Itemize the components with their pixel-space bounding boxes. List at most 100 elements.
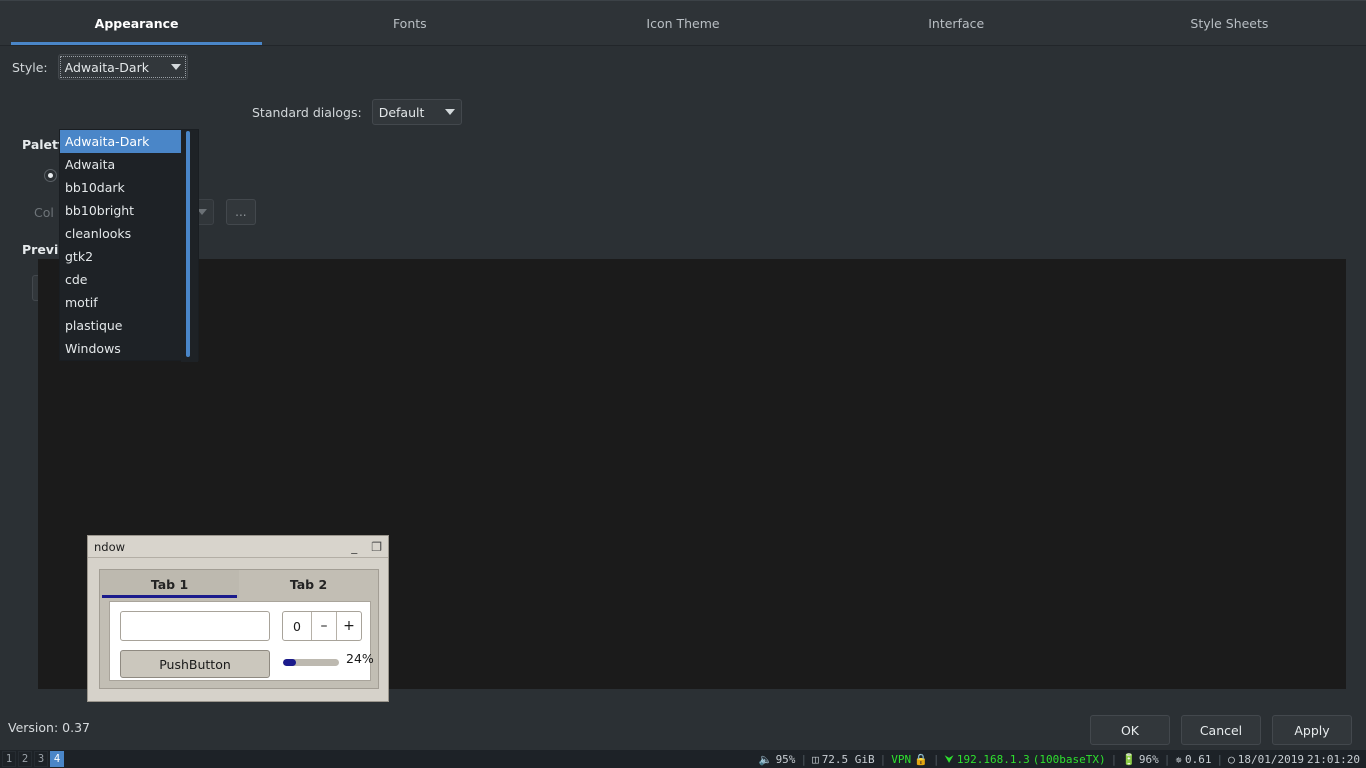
style-option-label: bb10dark bbox=[65, 180, 125, 195]
style-option-label: gtk2 bbox=[65, 249, 94, 264]
style-option-bb10dark[interactable]: bb10dark bbox=[60, 176, 183, 199]
status-tray: 🔈 95% | ◫ 72.5 GiB | VPN 🔒 | ⮟ 192.168.1… bbox=[755, 750, 1364, 768]
preview-progress-label: 24% bbox=[346, 651, 374, 666]
tab-icon-theme-label: Icon Theme bbox=[646, 15, 720, 31]
style-option-adwaita-dark[interactable]: Adwaita-Dark bbox=[60, 130, 183, 153]
style-option-windows[interactable]: Windows bbox=[60, 337, 183, 360]
style-option-cleanlooks[interactable]: cleanlooks bbox=[60, 222, 183, 245]
separator: | bbox=[932, 752, 940, 766]
gear-icon: ✵ bbox=[1175, 752, 1183, 766]
preview-surface: ndow _ ❐ Tab 1 Tab 2 0 – + PushButton 24… bbox=[38, 259, 1346, 702]
style-dropdown-scrollbar[interactable] bbox=[181, 130, 198, 362]
preview-mini-titlebar: ndow _ ❐ bbox=[88, 536, 388, 558]
battery-status[interactable]: 🔋 96% bbox=[1118, 753, 1163, 766]
style-option-label: motif bbox=[65, 295, 98, 310]
style-option-cde[interactable]: cde bbox=[60, 268, 183, 291]
vpn-status[interactable]: VPN 🔒 bbox=[887, 753, 932, 766]
preview-tab-2[interactable]: Tab 2 bbox=[239, 570, 378, 598]
tab-fonts[interactable]: Fonts bbox=[273, 1, 546, 45]
preview-spinbox-value: 0 bbox=[293, 618, 301, 634]
battery-icon: 🔋 bbox=[1122, 752, 1136, 766]
network-interface: (100baseTX) bbox=[1032, 752, 1106, 766]
clock-icon: ◯ bbox=[1228, 752, 1235, 766]
tab-appearance[interactable]: Appearance bbox=[0, 1, 273, 45]
workspace-3[interactable]: 3 bbox=[34, 751, 48, 767]
style-row: Style: Adwaita-Dark bbox=[12, 54, 188, 80]
network-ip: 192.168.1.3 bbox=[956, 752, 1030, 766]
style-option-adwaita[interactable]: Adwaita bbox=[60, 153, 183, 176]
separator: | bbox=[1216, 752, 1224, 766]
clock-time: 21:01:20 bbox=[1307, 752, 1360, 766]
ok-button-label: OK bbox=[1120, 722, 1140, 738]
workspace-1[interactable]: 1 bbox=[2, 751, 16, 767]
tab-icon-theme[interactable]: Icon Theme bbox=[546, 1, 819, 45]
workspace-2[interactable]: 2 bbox=[18, 751, 32, 767]
preview-tab-1[interactable]: Tab 1 bbox=[100, 570, 239, 598]
ok-button[interactable]: OK bbox=[1090, 715, 1170, 745]
cancel-button-label: Cancel bbox=[1199, 722, 1243, 738]
minimize-icon[interactable]: _ bbox=[351, 541, 357, 553]
standard-dialogs-label: Standard dialogs: bbox=[252, 104, 362, 120]
workspace-1-label: 1 bbox=[5, 753, 13, 765]
clock-date: 18/01/2019 bbox=[1237, 752, 1305, 766]
workspace-4-label: 4 bbox=[53, 753, 61, 765]
radio-button-icon[interactable] bbox=[44, 169, 57, 182]
preview-spinbox-increment[interactable]: + bbox=[336, 612, 361, 640]
battery-value: 96% bbox=[1138, 752, 1159, 766]
tab-interface-label: Interface bbox=[928, 15, 985, 31]
tab-fonts-label: Fonts bbox=[392, 15, 427, 31]
preview-push-button[interactable]: PushButton bbox=[120, 650, 270, 678]
workspace-4[interactable]: 4 bbox=[50, 751, 64, 767]
lock-icon: 🔒 bbox=[914, 752, 928, 766]
standard-dialogs-value: Default bbox=[378, 104, 425, 120]
cpu-load-status[interactable]: ✵ 0.61 bbox=[1171, 753, 1215, 766]
style-option-gtk2[interactable]: gtk2 bbox=[60, 245, 183, 268]
standard-dialogs-combobox[interactable]: Default bbox=[371, 99, 462, 125]
tab-style-sheets[interactable]: Style Sheets bbox=[1093, 1, 1366, 45]
style-option-label: bb10bright bbox=[65, 203, 135, 218]
network-status[interactable]: ⮟ 192.168.1.3 (100baseTX) bbox=[941, 753, 1110, 766]
preview-progress-fill bbox=[283, 659, 297, 666]
style-combobox-value: Adwaita-Dark bbox=[64, 59, 149, 75]
clock-status[interactable]: ◯ 18/01/2019 21:01:20 bbox=[1224, 753, 1364, 766]
disk-status[interactable]: ◫ 72.5 GiB bbox=[808, 753, 879, 766]
chevron-down-icon bbox=[170, 64, 181, 70]
workspace-3-label: 3 bbox=[37, 753, 45, 765]
separator: | bbox=[1163, 752, 1171, 766]
style-option-plastique[interactable]: plastique bbox=[60, 314, 183, 337]
preview-mini-window-buttons: _ ❐ bbox=[351, 541, 382, 553]
preview-spinbox[interactable]: 0 – + bbox=[282, 611, 362, 641]
style-combobox[interactable]: Adwaita-Dark bbox=[57, 54, 188, 80]
volume-status[interactable]: 🔈 95% bbox=[755, 753, 800, 766]
download-arrow-icon: ⮟ bbox=[944, 752, 954, 766]
maximize-icon[interactable]: ❐ bbox=[371, 541, 382, 553]
cancel-button[interactable]: Cancel bbox=[1181, 715, 1261, 745]
style-option-label: Windows bbox=[65, 341, 121, 356]
apply-button-label: Apply bbox=[1294, 722, 1330, 738]
style-option-motif[interactable]: motif bbox=[60, 291, 183, 314]
style-option-label: Adwaita bbox=[65, 157, 116, 172]
vpn-label: VPN bbox=[891, 752, 912, 766]
chevron-down-icon bbox=[444, 109, 455, 115]
appearance-page: Style: Adwaita-Dark Standard dialogs: De… bbox=[0, 46, 1366, 706]
preview-tab-content: 0 – + PushButton 24% bbox=[109, 601, 374, 681]
style-option-label: cde bbox=[65, 272, 88, 287]
workspace-switcher: 1 2 3 4 bbox=[2, 751, 64, 767]
preview-spinbox-decrement[interactable]: – bbox=[311, 612, 336, 640]
style-dropdown-scrollbar-thumb[interactable] bbox=[186, 131, 190, 357]
system-status-panel: 1 2 3 4 🔈 95% | ◫ 72.5 GiB | VPN 🔒 | ⮟ 1… bbox=[0, 750, 1366, 768]
style-dropdown-list: Adwaita-Dark Adwaita bb10dark bb10bright… bbox=[60, 130, 183, 362]
style-option-bb10bright[interactable]: bb10bright bbox=[60, 199, 183, 222]
separator: | bbox=[879, 752, 887, 766]
volume-value: 95% bbox=[775, 752, 796, 766]
separator: | bbox=[800, 752, 808, 766]
preview-line-edit[interactable] bbox=[120, 611, 270, 641]
preview-tab-2-label: Tab 2 bbox=[289, 576, 328, 592]
tab-style-sheets-label: Style Sheets bbox=[1190, 15, 1269, 31]
tab-interface[interactable]: Interface bbox=[820, 1, 1093, 45]
style-dropdown-popup: Adwaita-Dark Adwaita bb10dark bb10bright… bbox=[59, 129, 199, 362]
color-scheme-browse-button[interactable]: ... bbox=[225, 199, 256, 225]
apply-button[interactable]: Apply bbox=[1272, 715, 1352, 745]
disk-value: 72.5 GiB bbox=[821, 752, 875, 766]
style-label: Style: bbox=[12, 59, 48, 75]
